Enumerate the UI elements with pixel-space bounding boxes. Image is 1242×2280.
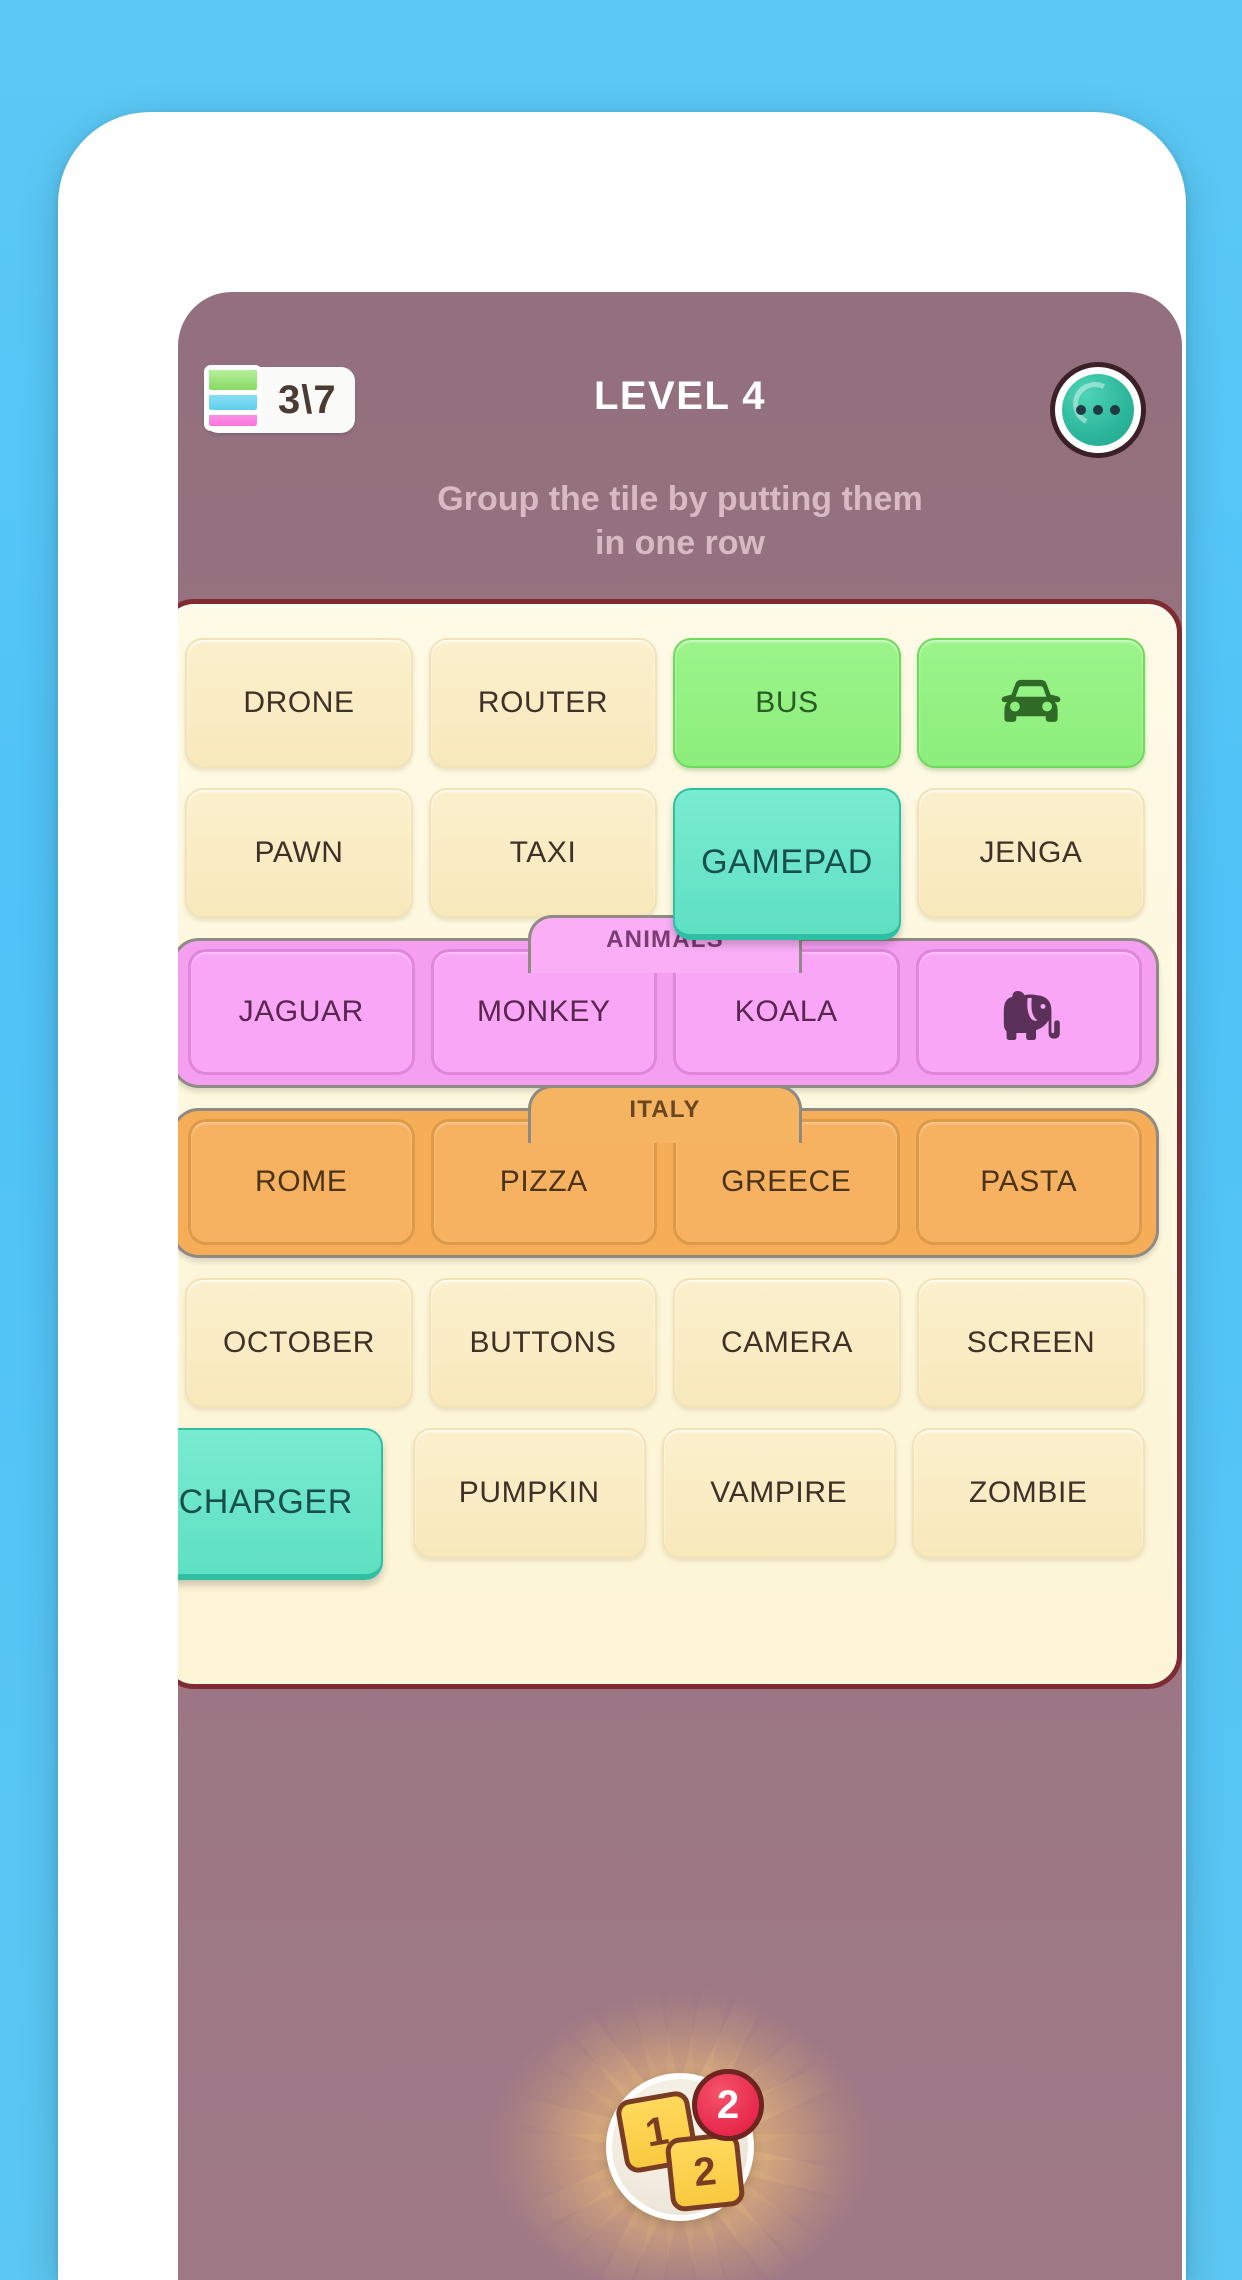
tile-label: CAMERA [721,1326,853,1359]
tile-label: ZOMBIE [968,1476,1088,1509]
tile-jenga[interactable]: JENGA [917,788,1145,918]
tile-label: GAMEPAD [701,842,873,881]
menu-button[interactable] [1050,362,1146,458]
page-title: LEVEL 4 [593,374,767,418]
tile-october[interactable]: OCTOBER [185,1278,413,1408]
top-bar: 3\7 LEVEL 4 [178,292,1182,462]
tile-label: TAXI [509,836,577,869]
game-screen: 3\7 LEVEL 4 Group the tile by putting th… [178,292,1182,2280]
tile-label: ROME [255,1165,348,1198]
tile-label: OCTOBER [222,1326,375,1359]
tile-elephant-icon[interactable] [915,949,1142,1075]
tile-pumpkin[interactable]: PUMPKIN [412,1428,646,1558]
tile-label: PASTA [980,1165,1078,1198]
powerup-area: 1 2 2 [178,1932,1182,2280]
tile-label: JENGA [979,836,1083,869]
tile-label: ROUTER [477,686,609,719]
more-options-icon [1062,374,1134,446]
solved-group-row: ITALY ROME PIZZA GREECE PASTA [178,1085,1159,1258]
tile-label: CHARGER [178,1482,353,1521]
tile-row: DRONE ROUTER BUS [185,638,1145,768]
tile-label: BUS [755,686,819,719]
tile-label: PAWN [254,836,344,869]
phone-frame: 3\7 LEVEL 4 Group the tile by putting th… [58,112,1186,2280]
tile-label: DRONE [243,686,355,719]
tile-drone[interactable]: DRONE [185,638,413,768]
tile-screen[interactable]: SCREEN [917,1278,1145,1408]
tile-pasta[interactable]: PASTA [915,1119,1142,1245]
tile-label: PUMPKIN [458,1476,600,1509]
elephant-icon [994,977,1064,1047]
tile-car-icon[interactable] [917,638,1145,768]
menu-dot [1076,405,1086,415]
tile-jaguar[interactable]: JAGUAR [188,949,415,1075]
tile-charger[interactable]: CHARGER [178,1428,383,1580]
tile-label: SCREEN [966,1326,1096,1359]
tile-label: VAMPIRE [710,1476,848,1509]
tile-row: PAWN TAXI GAMEPAD JENGA [185,788,1145,940]
tile-gamepad[interactable]: GAMEPAD [673,788,901,940]
tile-taxi[interactable]: TAXI [429,788,657,918]
tile-rome[interactable]: ROME [188,1119,415,1245]
instruction-line-2: in one row [595,523,765,562]
tile-buttons[interactable]: BUTTONS [429,1278,657,1408]
tile-row: CHARGER PUMPKIN VAMPIRE ZOMBIE [178,1428,1145,1580]
tile-vampire[interactable]: VAMPIRE [662,1428,896,1558]
instruction-line-1: Group the tile by putting them [437,480,923,518]
tile-pawn[interactable]: PAWN [185,788,413,918]
tile-router[interactable]: ROUTER [429,638,657,768]
car-icon [996,668,1066,738]
tile-label: GREECE [721,1165,852,1198]
tile-zombie[interactable]: ZOMBIE [911,1428,1145,1558]
group-label-tab: ITALY [528,1085,802,1143]
tile-bus[interactable]: BUS [673,638,901,768]
solved-group-row: ANIMALS JAGUAR MONKEY KOALA [178,915,1159,1088]
tile-label: BUTTONS [469,1326,617,1359]
menu-dot [1110,405,1120,415]
powerup-count-badge: 2 [692,2069,764,2141]
tile-label: KOALA [734,995,838,1028]
powerup-tile-2: 2 [664,2131,746,2213]
tile-camera[interactable]: CAMERA [673,1278,901,1408]
tile-label: MONKEY [476,995,611,1028]
tile-row: OCTOBER BUTTONS CAMERA SCREEN [185,1278,1145,1408]
instruction-text: Group the tile by putting them in one ro… [178,478,1182,565]
menu-dot [1093,405,1103,415]
powerup-button[interactable]: 1 2 2 [606,2069,764,2221]
puzzle-board: DRONE ROUTER BUS PAWN TAXI GAMEPAD JENGA ANIMAL… [178,599,1182,1689]
tile-label: JAGUAR [238,995,364,1028]
tile-label: PIZZA [499,1165,588,1198]
tile-grid: DRONE ROUTER BUS PAWN TAXI GAMEPAD JENGA ANIMAL… [178,638,1159,1580]
